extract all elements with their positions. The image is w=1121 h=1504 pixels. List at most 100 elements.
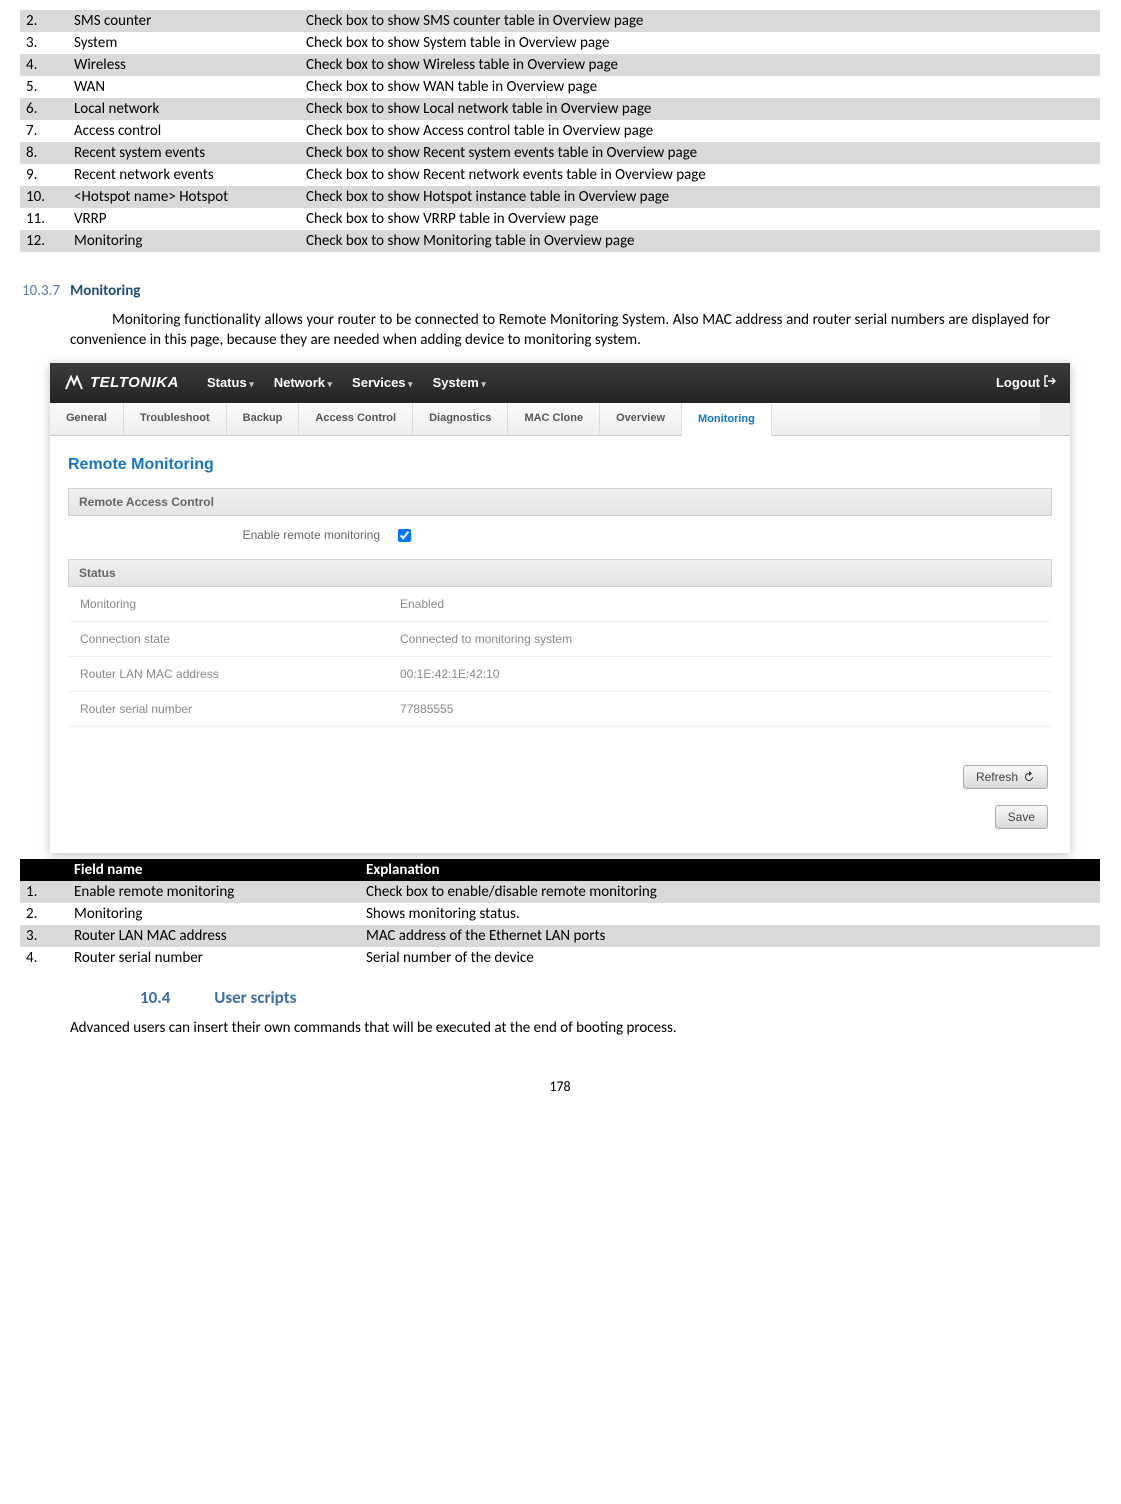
row-field-name: System [68,32,300,54]
status-row: Router serial number 77885555 [68,692,1052,727]
table-header-row: Field name Explanation [20,859,1100,881]
table-row: 3. System Check box to show System table… [20,32,1100,54]
row-num: 2. [20,903,68,925]
row-num: 5. [20,76,68,98]
row-description: Check box to show Recent network events … [300,164,1100,186]
row-description: Check box to show System table in Overvi… [300,32,1100,54]
row-explanation: Shows monitoring status. [360,903,1100,925]
table-row: 5. WAN Check box to show WAN table in Ov… [20,76,1100,98]
tab-backup[interactable]: Backup [227,403,300,435]
row-description: Check box to show VRRP table in Overview… [300,208,1100,230]
row-field-name: Monitoring [68,230,300,252]
row-field-name: Local network [68,98,300,120]
save-button[interactable]: Save [995,805,1048,829]
sub-navigation: GeneralTroubleshootBackupAccess ControlD… [50,403,1070,436]
overview-checkbox-table: 2. SMS counter Check box to show SMS cou… [20,10,1100,252]
row-num: 3. [20,32,68,54]
paragraph-monitoring-desc: Monitoring functionality allows your rou… [70,310,1050,351]
row-description: Check box to show Wireless table in Over… [300,54,1100,76]
status-value: 77885555 [400,702,453,716]
refresh-label: Refresh [976,770,1018,784]
status-value: Connected to monitoring system [400,632,572,646]
paragraph-user-scripts: Advanced users can insert their own comm… [70,1018,1100,1038]
section-status: Status [68,559,1052,587]
refresh-icon [1023,771,1035,783]
topnav-item-status[interactable]: Status [207,375,254,390]
logo-text: TELTONIKA [90,374,179,391]
row-field-name: <Hotspot name> Hotspot [68,186,300,208]
status-row: Connection state Connected to monitoring… [68,622,1052,657]
row-num: 1. [20,881,68,903]
table-row: 11. VRRP Check box to show VRRP table in… [20,208,1100,230]
table-row: 1. Enable remote monitoring Check box to… [20,881,1100,903]
table-row: 7. Access control Check box to show Acce… [20,120,1100,142]
teltonika-logo: TELTONIKA [64,374,179,391]
row-num: 4. [20,947,68,969]
row-num: 7. [20,120,68,142]
enable-remote-monitoring-label: Enable remote monitoring [80,528,394,542]
save-label: Save [1008,810,1035,824]
tab-general[interactable]: General [50,403,124,435]
row-description: Check box to show Monitoring table in Ov… [300,230,1100,252]
topnav-item-services[interactable]: Services [352,375,413,390]
section-remote-access-control: Remote Access Control [68,488,1052,516]
status-row: Router LAN MAC address 00:1E:42:1E:42:10 [68,657,1052,692]
enable-remote-monitoring-checkbox[interactable] [398,529,411,542]
tab-monitoring[interactable]: Monitoring [682,404,772,436]
table-row: 4. Wireless Check box to show Wireless t… [20,54,1100,76]
table-row: 12. Monitoring Check box to show Monitor… [20,230,1100,252]
row-field-name: Wireless [68,54,300,76]
row-explanation: Serial number of the device [360,947,1100,969]
tab-troubleshoot[interactable]: Troubleshoot [124,403,227,435]
refresh-button[interactable]: Refresh [963,765,1048,789]
row-field-name: Monitoring [68,903,360,925]
table-row: 2. SMS counter Check box to show SMS cou… [20,10,1100,32]
status-value: Enabled [400,597,444,611]
row-description: Check box to show WAN table in Overview … [300,76,1100,98]
row-description: Check box to show Hotspot instance table… [300,186,1100,208]
row-description: Check box to show Access control table i… [300,120,1100,142]
tab-diagnostics[interactable]: Diagnostics [413,403,508,435]
row-field-name: Router serial number [68,947,360,969]
row-num: 10. [20,186,68,208]
tab-mac-clone[interactable]: MAC Clone [508,403,600,435]
tab-overview[interactable]: Overview [600,403,682,435]
section-title: Monitoring [70,282,140,300]
row-field-name: Access control [68,120,300,142]
col-header-field: Field name [68,859,360,881]
page-number: 178 [10,1078,1110,1095]
row-num: 6. [20,98,68,120]
section-heading-1037: 10.3.7 Monitoring [22,282,1110,300]
row-num: 4. [20,54,68,76]
row-description: Check box to show Local network table in… [300,98,1100,120]
col-header-explanation: Explanation [360,859,1100,881]
table-row: 4. Router serial number Serial number of… [20,947,1100,969]
teltonika-logo-icon [64,375,84,391]
row-description: Check box to show Recent system events t… [300,142,1100,164]
section-number: 10.3.7 [22,282,60,300]
status-label: Router serial number [80,702,400,716]
topnav-item-system[interactable]: System [433,375,486,390]
table-row: 10. <Hotspot name> Hotspot Check box to … [20,186,1100,208]
status-label: Monitoring [80,597,400,611]
router-ui-screenshot: TELTONIKA Status Network Services System Lo… [50,363,1070,853]
logout-link[interactable]: Logout [996,375,1056,390]
topnav-item-network[interactable]: Network [274,375,332,390]
logout-icon [1044,375,1056,390]
status-label: Router LAN MAC address [80,667,400,681]
top-navigation: TELTONIKA Status Network Services System Lo… [50,363,1070,403]
table-row: 8. Recent system events Check box to sho… [20,142,1100,164]
table-row: 9. Recent network events Check box to sh… [20,164,1100,186]
row-field-name: Router LAN MAC address [68,925,360,947]
row-explanation: MAC address of the Ethernet LAN ports [360,925,1100,947]
row-num: 12. [20,230,68,252]
section-title: User scripts [214,987,296,1008]
tab-access-control[interactable]: Access Control [299,403,413,435]
section-heading-104: 10.4 User scripts [140,987,1110,1008]
status-label: Connection state [80,632,400,646]
status-value: 00:1E:42:1E:42:10 [400,667,499,681]
status-row: Monitoring Enabled [68,587,1052,622]
row-field-name: Enable remote monitoring [68,881,360,903]
row-description: Check box to show SMS counter table in O… [300,10,1100,32]
table-row: 2. Monitoring Shows monitoring status. [20,903,1100,925]
